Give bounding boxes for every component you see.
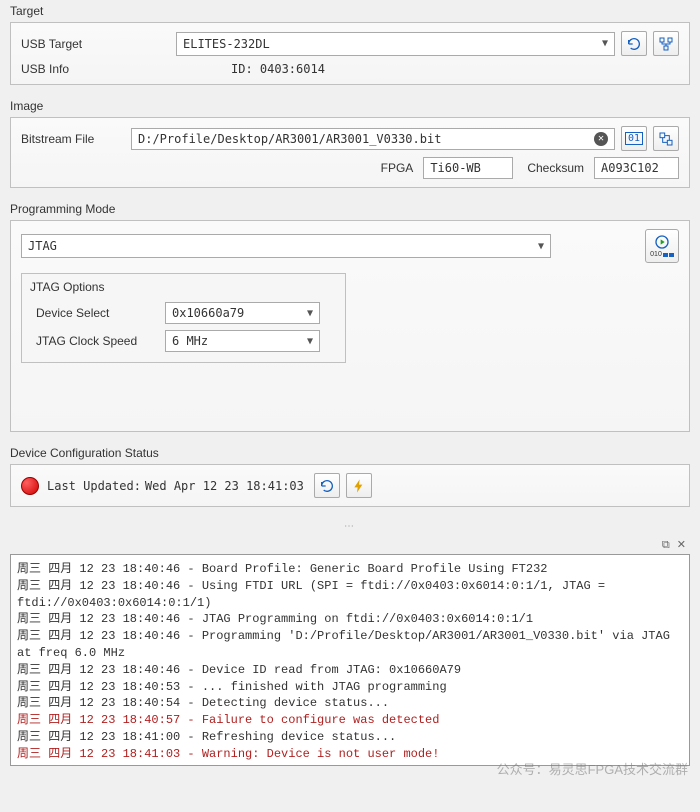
undock-icon[interactable]: ⧉ bbox=[662, 539, 670, 551]
bitstream-input[interactable]: D:/Profile/Desktop/AR3001/AR3001_V0330.b… bbox=[131, 128, 615, 150]
combine-button[interactable] bbox=[653, 126, 679, 151]
status-indicator-icon bbox=[21, 477, 39, 495]
play-icon bbox=[654, 234, 670, 250]
usb-target-label: USB Target bbox=[21, 37, 176, 51]
usb-target-dropdown[interactable]: ELITES-232DL ▼ bbox=[176, 32, 615, 56]
checksum-label: Checksum bbox=[527, 161, 584, 175]
clear-icon[interactable]: ✕ bbox=[594, 132, 608, 146]
chevron-down-icon: ▼ bbox=[307, 308, 313, 319]
jtag-options-title: JTAG Options bbox=[30, 280, 337, 294]
show-bits-button[interactable]: 01 bbox=[621, 126, 647, 151]
device-select-label: Device Select bbox=[30, 306, 165, 320]
progress-icon: 010 bbox=[650, 251, 674, 258]
last-updated-label: Last Updated: bbox=[47, 479, 141, 493]
device-select-value: 0x10660a79 bbox=[172, 306, 244, 320]
clock-speed-dropdown[interactable]: 6 MHz ▼ bbox=[165, 330, 320, 352]
combine-icon bbox=[658, 131, 674, 147]
image-title: Image bbox=[10, 99, 690, 113]
jtag-options-group: JTAG Options Device Select 0x10660a79 ▼ … bbox=[21, 273, 346, 363]
fpga-input[interactable]: Ti60-WB bbox=[423, 157, 513, 179]
refresh-button[interactable] bbox=[621, 31, 647, 56]
last-updated-value: Wed Apr 12 23 18:41:03 bbox=[145, 479, 304, 493]
fpga-label: FPGA bbox=[381, 161, 414, 175]
close-icon[interactable]: ✕ bbox=[677, 539, 686, 551]
chevron-down-icon: ▼ bbox=[307, 336, 313, 347]
image-section: Image Bitstream File D:/Profile/Desktop/… bbox=[0, 95, 700, 198]
bitstream-value: D:/Profile/Desktop/AR3001/AR3001_V0330.b… bbox=[138, 132, 441, 146]
checksum-value: A093C102 bbox=[601, 161, 659, 175]
console-line: 周三 四月 12 23 18:40:53 - ... finished with… bbox=[17, 679, 683, 696]
tree-icon bbox=[658, 36, 674, 52]
usb-info-value: ID: 0403:6014 bbox=[176, 62, 325, 76]
target-section: Target USB Target ELITES-232DL ▼ USB Inf… bbox=[0, 0, 700, 95]
prog-mode-dropdown[interactable]: JTAG ▼ bbox=[21, 234, 551, 258]
target-group: USB Target ELITES-232DL ▼ USB Info ID: 0… bbox=[10, 22, 690, 85]
start-program-button[interactable]: 010 bbox=[645, 229, 679, 263]
usb-info-label: USB Info bbox=[21, 62, 176, 76]
console-line: 周三 四月 12 23 18:40:46 - Using FTDI URL (S… bbox=[17, 578, 683, 612]
bitstream-label: Bitstream File bbox=[21, 132, 131, 146]
device-tree-button[interactable] bbox=[653, 31, 679, 56]
console-line: 周三 四月 12 23 18:41:00 - Refreshing device… bbox=[17, 729, 683, 746]
console-line: 周三 四月 12 23 18:40:54 - Detecting device … bbox=[17, 695, 683, 712]
target-title: Target bbox=[10, 4, 690, 18]
console-toolbar: ⧉ ✕ bbox=[10, 536, 690, 554]
console-line: 周三 四月 12 23 18:40:46 - Device ID read fr… bbox=[17, 662, 683, 679]
chevron-down-icon: ▼ bbox=[602, 38, 608, 49]
fpga-value: Ti60-WB bbox=[430, 161, 481, 175]
prog-mode-group: JTAG ▼ 010 JTAG Options Device Select 0x… bbox=[10, 220, 690, 432]
prog-mode-title: Programming Mode bbox=[10, 202, 690, 216]
bits-icon: 01 bbox=[625, 132, 643, 145]
console-section: ⧉ ✕ 周三 四月 12 23 18:40:46 - Board Profile… bbox=[0, 536, 700, 766]
console-line: 周三 四月 12 23 18:40:46 - JTAG Programming … bbox=[17, 611, 683, 628]
status-title: Device Configuration Status bbox=[10, 446, 690, 460]
console-line: 周三 四月 12 23 18:40:46 - Board Profile: Ge… bbox=[17, 561, 683, 578]
separator-dots: ⋯ bbox=[0, 517, 700, 536]
prog-mode-value: JTAG bbox=[28, 239, 57, 253]
status-section: Device Configuration Status Last Updated… bbox=[0, 442, 700, 517]
usb-target-value: ELITES-232DL bbox=[183, 37, 270, 51]
clock-speed-label: JTAG Clock Speed bbox=[30, 334, 165, 348]
console-output[interactable]: 周三 四月 12 23 18:40:46 - Board Profile: Ge… bbox=[10, 554, 690, 766]
console-line: 周三 四月 12 23 18:41:03 - Warning: Device i… bbox=[17, 746, 683, 763]
checksum-input[interactable]: A093C102 bbox=[594, 157, 679, 179]
image-group: Bitstream File D:/Profile/Desktop/AR3001… bbox=[10, 117, 690, 188]
console-line: 周三 四月 12 23 18:40:57 - Failure to config… bbox=[17, 712, 683, 729]
prog-mode-section: Programming Mode JTAG ▼ 010 JTAG Options… bbox=[0, 198, 700, 442]
device-select-dropdown[interactable]: 0x10660a79 ▼ bbox=[165, 302, 320, 324]
refresh-status-button[interactable] bbox=[314, 473, 340, 498]
refresh-icon bbox=[319, 478, 335, 494]
console-line: 周三 四月 12 23 18:40:46 - Programming 'D:/P… bbox=[17, 628, 683, 662]
refresh-icon bbox=[626, 36, 642, 52]
status-group: Last Updated: Wed Apr 12 23 18:41:03 bbox=[10, 464, 690, 507]
bolt-icon bbox=[351, 478, 367, 494]
power-button[interactable] bbox=[346, 473, 372, 498]
chevron-down-icon: ▼ bbox=[538, 241, 544, 252]
clock-speed-value: 6 MHz bbox=[172, 334, 208, 348]
